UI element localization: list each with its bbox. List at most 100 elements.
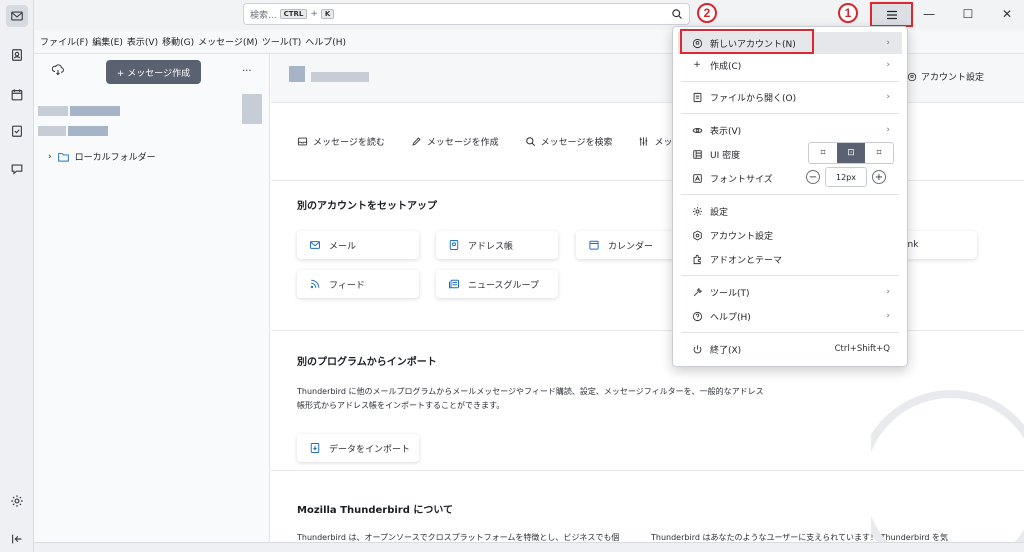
read-icon	[297, 137, 308, 146]
density-normal-button[interactable]: ⊡	[837, 143, 865, 163]
menu-view[interactable]: 表示(V) ›	[678, 119, 902, 141]
ui-density-toggle: ⌗ ⊡ ⌗	[808, 142, 894, 164]
marker-one: 1	[838, 3, 858, 23]
setup-addressbook-card[interactable]: アドレス帳	[436, 231, 558, 259]
close-button[interactable]: ✕	[990, 4, 1024, 24]
menu-separator	[681, 332, 899, 333]
rss-icon	[310, 279, 320, 289]
filter-icon	[640, 137, 648, 146]
font-size-decrease-button[interactable]: −	[806, 170, 820, 184]
menu-separator	[681, 113, 899, 114]
write-message-action[interactable]: メッセージを作成	[411, 135, 499, 148]
app-menu-button[interactable]	[870, 2, 913, 27]
folder-local[interactable]: › ローカルフォルダー	[48, 150, 156, 164]
account-settings-icon	[690, 230, 704, 241]
chevron-right-icon[interactable]: ›	[48, 152, 52, 162]
app-menu-panel: 新しいアカウント(N) › + 作成(C) › ファイルから開く(O) › 表示…	[672, 26, 908, 367]
mail-icon	[310, 241, 320, 249]
setup-title: 別のアカウントをセットアップ	[297, 201, 437, 212]
compose-button[interactable]: + メッセージ作成	[106, 60, 201, 84]
account-settings-link[interactable]: アカウント設定	[907, 70, 984, 83]
menu-help[interactable]: ヘルプ(H)	[305, 35, 346, 48]
menu-message[interactable]: メッセージ(M)	[198, 35, 258, 48]
menu-tools-label: ツール(T)	[710, 288, 750, 299]
menu-open-file[interactable]: ファイルから開く(O) ›	[678, 86, 902, 108]
mail-space-icon[interactable]	[6, 5, 28, 27]
chevron-right-icon: ›	[886, 287, 890, 297]
address-book-icon[interactable]	[6, 44, 28, 66]
account-name-blurred	[38, 126, 66, 136]
puzzle-icon	[690, 254, 704, 265]
account-name-blurred	[38, 106, 68, 116]
chevron-right-icon: ›	[886, 38, 890, 48]
menu-go[interactable]: 移動(G)	[162, 35, 194, 48]
setup-newsgroup-card[interactable]: ニュースグループ	[436, 270, 558, 298]
font-size-icon	[690, 173, 704, 184]
status-bar	[34, 542, 1024, 552]
chat-icon[interactable]	[6, 158, 28, 180]
pencil-icon	[412, 137, 421, 146]
chevron-right-icon: ›	[886, 92, 890, 102]
menu-settings[interactable]: 設定	[678, 200, 902, 222]
setup-email-card[interactable]: メール	[297, 231, 419, 259]
read-messages-action[interactable]: メッセージを読む	[297, 135, 385, 148]
density-icon	[690, 149, 704, 160]
minimize-button[interactable]: —	[912, 4, 946, 24]
font-size-value[interactable]: 12px	[825, 167, 867, 187]
search-input[interactable]: 検索... CTRL + K	[243, 3, 690, 25]
account-name-blurred	[70, 106, 120, 116]
calendar-icon[interactable]	[6, 84, 28, 106]
setup-calendar-label: カレンダー	[608, 241, 654, 252]
menu-tools[interactable]: ツール(T) ›	[678, 281, 902, 303]
menu-quit[interactable]: 終了(X) Ctrl+Shift+Q	[678, 338, 902, 360]
newsgroup-icon	[449, 279, 459, 289]
density-compact-button[interactable]: ⌗	[809, 143, 837, 163]
write-message-label: メッセージを作成	[426, 138, 499, 148]
get-messages-icon[interactable]	[51, 64, 64, 79]
account-settings-icon	[907, 72, 917, 81]
chevron-right-icon: ›	[886, 311, 890, 321]
menu-quit-label: 終了(X)	[710, 345, 742, 356]
menu-tools[interactable]: ツール(T)	[262, 35, 302, 48]
collapse-toolbar-icon[interactable]	[6, 528, 28, 550]
maximize-button[interactable]: ☐	[951, 4, 985, 24]
about-title: Mozilla Thunderbird について	[297, 505, 454, 516]
folder-icon	[57, 152, 69, 162]
menu-create[interactable]: + 作成(C) ›	[678, 54, 902, 76]
menu-file[interactable]: ファイル(F)	[40, 35, 88, 48]
menu-help[interactable]: ヘルプ(H) ›	[678, 305, 902, 327]
search-icon[interactable]	[671, 8, 683, 23]
section-setup: 別のアカウントをセットアップ メール アドレス帳 カレンダー ink フィード …	[271, 180, 1024, 330]
folder-label: ローカルフォルダー	[74, 153, 156, 163]
search-messages-action[interactable]: メッセージを検索	[525, 135, 612, 148]
menu-addons-label: アドオンとテーマ	[710, 255, 783, 266]
search-placeholder: 検索...	[250, 10, 277, 21]
import-data-button[interactable]: データをインポート	[297, 434, 419, 462]
setup-feed-label: フィード	[329, 280, 365, 291]
more-options-icon[interactable]: ···	[242, 66, 252, 77]
account-badge-blurred	[242, 94, 262, 124]
menu-account-settings[interactable]: アカウント設定	[678, 224, 902, 246]
account-title-blurred	[311, 72, 369, 82]
account-name-blurred	[68, 126, 108, 136]
density-touch-button[interactable]: ⌗	[865, 143, 893, 163]
address-book-icon	[449, 240, 459, 250]
settings-gear-icon	[690, 206, 704, 217]
menu-open-file-label: ファイルから開く(O)	[710, 93, 797, 104]
setup-email-label: メール	[329, 241, 357, 252]
account-central: アカウント設定 メッセージを読む メッセージを作成 メッセージを検索 メッセー …	[271, 54, 1024, 552]
import-description: Thunderbird に他のメールプログラムからメールメッセージやフィード購読…	[297, 385, 797, 413]
setup-feed-card[interactable]: フィード	[297, 270, 419, 298]
setup-newsgroup-label: ニュースグループ	[468, 280, 540, 291]
import-text-line2: 帳形式からアドレス帳をインポートすることができます。	[297, 401, 505, 410]
menu-view[interactable]: 表示(V)	[127, 35, 158, 48]
font-size-increase-button[interactable]: +	[872, 170, 886, 184]
tasks-icon[interactable]	[6, 120, 28, 142]
menu-edit[interactable]: 編集(E)	[92, 35, 123, 48]
menu-addons[interactable]: アドオンとテーマ	[678, 248, 902, 270]
settings-gear-icon[interactable]	[6, 490, 28, 512]
menu-quit-shortcut: Ctrl+Shift+Q	[834, 344, 890, 354]
import-icon	[310, 443, 320, 453]
menu-separator	[681, 275, 899, 276]
menu-view-label: 表示(V)	[710, 126, 742, 137]
